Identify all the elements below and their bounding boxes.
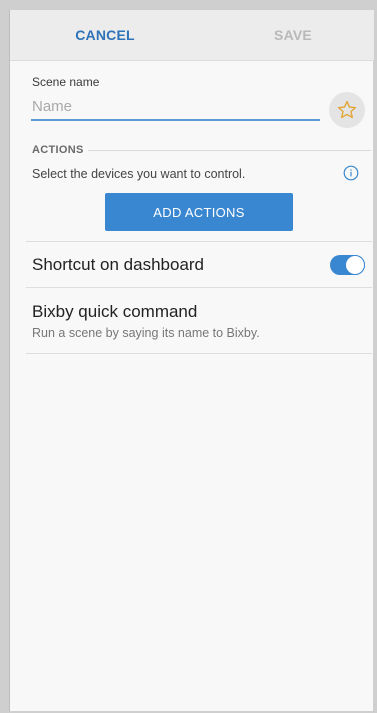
bixby-quick-command-subtitle: Run a scene by saying its name to Bixby.: [32, 326, 260, 340]
actions-section-header: ACTIONS: [32, 144, 84, 156]
app-bar: CANCEL SAVE: [10, 10, 374, 61]
divider: [26, 353, 372, 354]
save-button[interactable]: SAVE: [218, 10, 368, 60]
divider: [26, 287, 372, 288]
shortcut-on-dashboard-label: Shortcut on dashboard: [32, 255, 205, 274]
favorite-button[interactable]: [329, 92, 365, 128]
scene-name-label: Scene name: [32, 75, 100, 89]
toggle-knob: [345, 255, 365, 275]
shortcut-toggle[interactable]: [330, 255, 365, 275]
cancel-button[interactable]: CANCEL: [30, 10, 180, 60]
info-button[interactable]: [343, 165, 359, 181]
add-actions-button[interactable]: ADD ACTIONS: [105, 193, 293, 231]
scene-editor-screen: CANCEL SAVE Scene name ACTIONS Select th…: [9, 10, 374, 711]
section-divider: [88, 150, 371, 151]
scene-name-input[interactable]: [31, 93, 320, 121]
info-icon: [343, 165, 359, 181]
bixby-quick-command-title[interactable]: Bixby quick command: [32, 302, 197, 322]
divider: [26, 241, 372, 242]
star-outline-icon: [337, 100, 357, 119]
actions-description: Select the devices you want to control.: [32, 167, 246, 181]
